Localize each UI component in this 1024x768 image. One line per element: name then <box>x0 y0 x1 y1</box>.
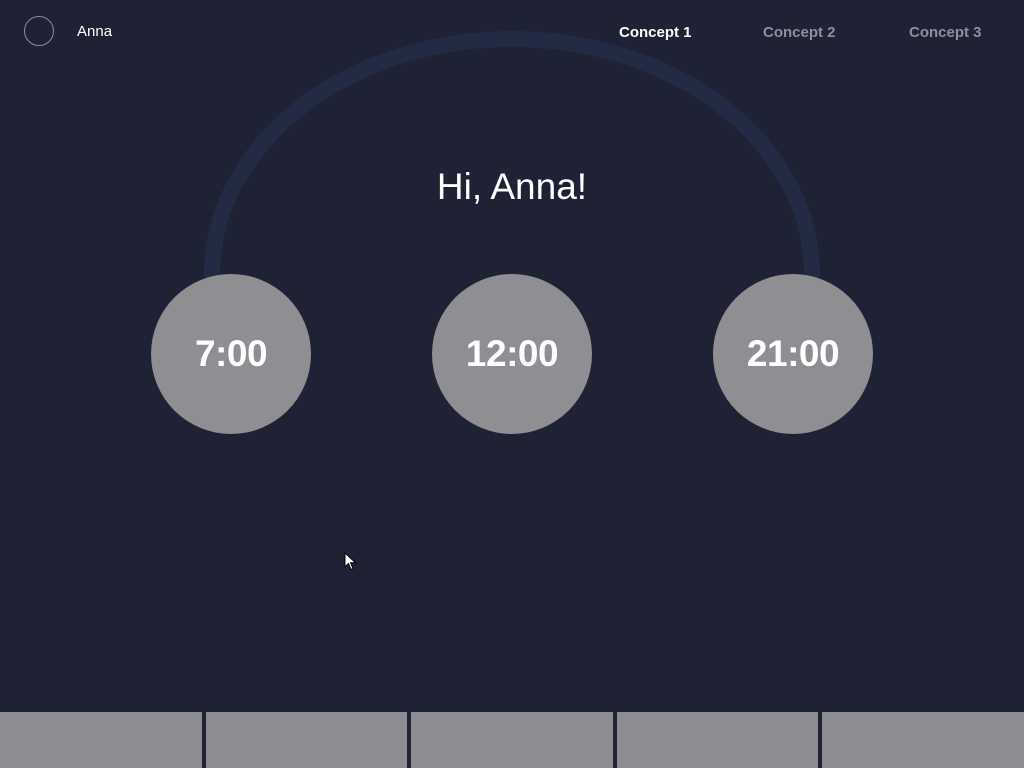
bottom-tab-item-5[interactable] <box>822 712 1024 768</box>
time-slot-evening[interactable]: 21:00 <box>713 274 873 434</box>
tab-concept-3[interactable]: Concept 3 <box>909 24 982 42</box>
bottom-tab-bar <box>0 712 1024 768</box>
time-slot-label: 7:00 <box>194 333 268 374</box>
time-slot-label: 21:00 <box>746 333 840 374</box>
bottom-tab-item-4[interactable] <box>616 712 819 768</box>
bottom-tab-item-2[interactable] <box>205 712 408 768</box>
time-slot-morning[interactable]: 7:00 <box>151 274 311 434</box>
mouse-pointer-icon <box>344 552 357 571</box>
tab-concept-1[interactable]: Concept 1 <box>619 24 692 42</box>
greeting-heading: Hi, Anna! <box>436 166 588 207</box>
time-slot-label: 12:00 <box>465 333 559 374</box>
bottom-tab-item-3[interactable] <box>411 712 613 768</box>
top-header: Anna Concept 1 Concept 2 Concept 3 <box>0 0 1024 66</box>
time-slot-noon[interactable]: 12:00 <box>432 274 592 434</box>
tab-concept-2[interactable]: Concept 2 <box>763 24 836 42</box>
bottom-tab-item-1[interactable] <box>0 712 202 768</box>
concept-tabs: Concept 1 Concept 2 Concept 3 <box>0 24 1024 44</box>
